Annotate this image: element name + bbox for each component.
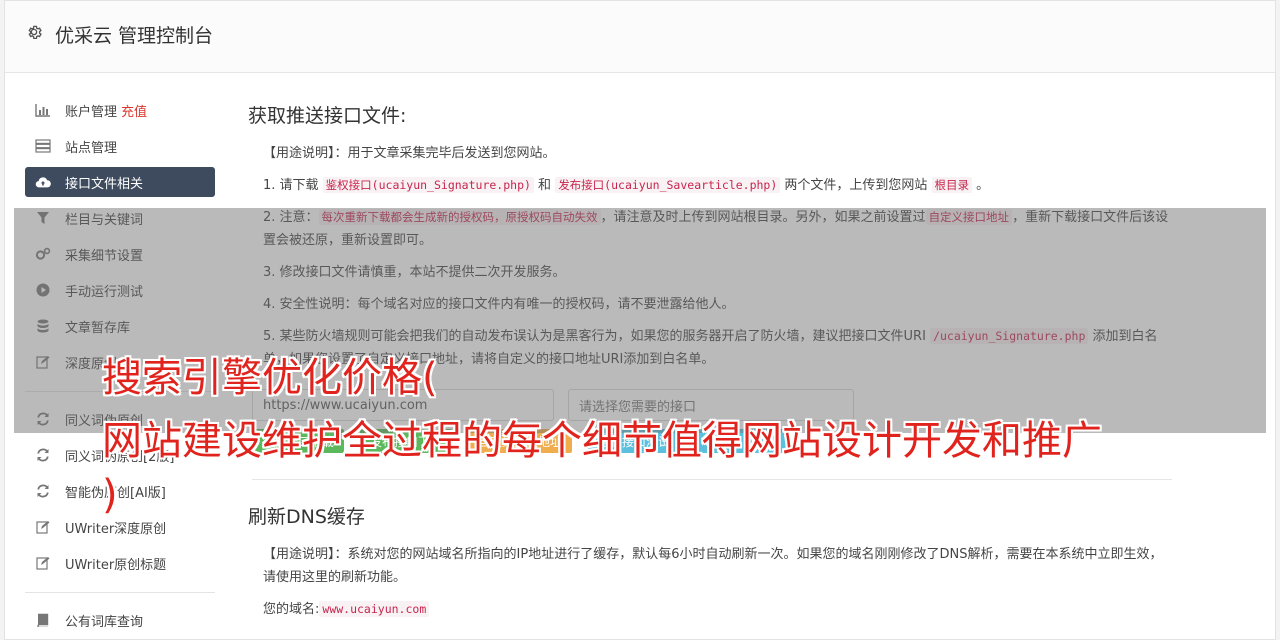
domain-row: 您的域名: www.ucaiyun.com	[248, 598, 1173, 621]
text: 两个文件，上传到您网站	[780, 178, 932, 193]
text: 。	[972, 178, 990, 193]
text: 1. 请下载	[263, 178, 323, 193]
usage-description: 【用途说明】：用于文章采集完毕后发送到您网站。	[248, 142, 1173, 165]
sidebar-item-account[interactable]: 账户管理 充值	[25, 95, 215, 125]
sidebar-divider	[25, 592, 215, 593]
sidebar-item-ai-rewrite[interactable]: 智能伪原创[AI版]	[25, 476, 215, 506]
code-savearticle-file: 发布接口(ucaiyun_Savearticle.php)	[555, 177, 781, 193]
step-1: 1. 请下载 鉴权接口(ucaiyun_Signature.php) 和 发布接…	[248, 174, 1173, 197]
edit-icon	[35, 519, 51, 535]
usage-prefix: 【用途说明】：	[263, 547, 348, 562]
watermark-line-3: )	[102, 472, 118, 518]
sidebar-item-label: UWriter原创标题	[65, 557, 167, 573]
refresh-icon	[35, 447, 51, 463]
section-title-interface-files: 获取推送接口文件:	[248, 105, 407, 127]
sidebar-item-uwriter-title[interactable]: UWriter原创标题	[25, 548, 215, 578]
sidebar-item-uwriter-deep[interactable]: UWriter深度原创	[25, 512, 215, 542]
section-divider	[252, 479, 1172, 480]
usage-text: 用于文章采集完毕后发送到您网站。	[347, 146, 556, 161]
sidebar-item-label: 接口文件相关	[65, 176, 144, 192]
page-header: 优采云 管理控制台	[5, 1, 1275, 73]
watermark-line-2: 网站建设维护全过程的每个细节值得网站设计开发和推广	[102, 418, 1102, 464]
gear-icon	[25, 23, 43, 41]
domain-value: www.ucaiyun.com	[319, 601, 430, 617]
sidebar-item-label: UWriter深度原创	[65, 521, 167, 537]
sidebar-item-interface-files[interactable]: 接口文件相关	[25, 167, 215, 197]
cloud-upload-icon	[35, 174, 51, 190]
sidebar-item-sites[interactable]: 站点管理	[25, 131, 215, 161]
sidebar-item-label: 站点管理	[65, 140, 118, 156]
edit-icon	[35, 555, 51, 571]
book-icon	[35, 612, 51, 628]
sidebar-item-public-lexicon[interactable]: 公有词库查询	[25, 605, 215, 635]
section-title-dns: 刷新DNS缓存	[248, 506, 365, 528]
dns-usage-description: 【用途说明】：系统对您的网站域名所指向的IP地址进行了缓存，默认每6小时自动刷新…	[248, 543, 1173, 589]
code-signature-file: 鉴权接口(ucaiyun_Signature.php)	[322, 177, 534, 193]
bar-chart-icon	[35, 102, 51, 118]
page-title: 优采云 管理控制台	[55, 25, 214, 47]
sidebar-item-label: 账户管理	[65, 104, 118, 120]
usage-text: 系统对您的网站域名所指向的IP地址进行了缓存，默认每6小时自动刷新一次。如果您的…	[263, 547, 1163, 585]
usage-prefix: 【用途说明】：	[263, 146, 348, 161]
domain-label: 您的域名:	[263, 602, 320, 617]
text: 和	[533, 178, 556, 193]
refresh-icon	[35, 483, 51, 499]
sidebar-item-label: 公有词库查询	[65, 614, 144, 630]
server-icon	[35, 138, 51, 154]
code-root-dir: 根目录	[931, 177, 973, 193]
watermark-line-1: 搜索引擎优化价格(	[102, 355, 438, 401]
recharge-link[interactable]: 充值	[121, 101, 147, 120]
